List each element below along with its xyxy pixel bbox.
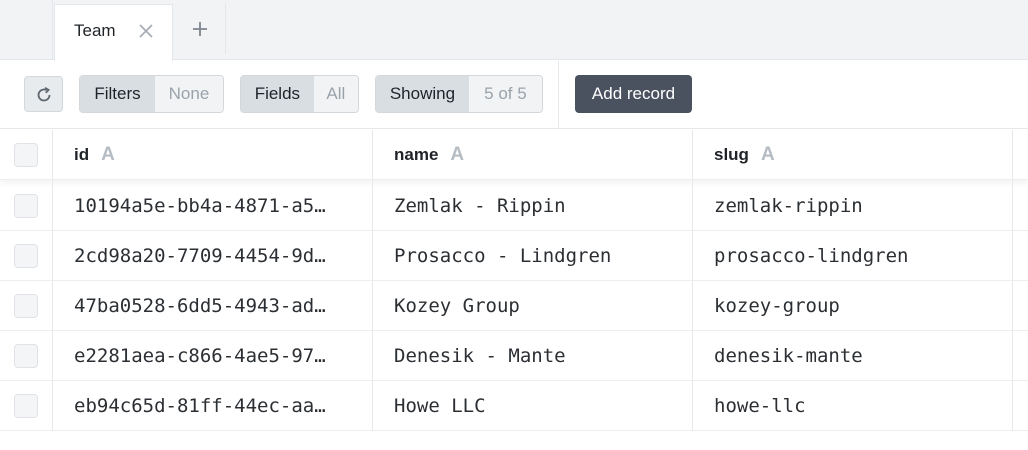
cell-id[interactable]: 47ba0528-6dd5-4943-ad… bbox=[53, 281, 373, 331]
refresh-button[interactable] bbox=[24, 76, 63, 112]
cell-name-text: Prosacco - Lindgren bbox=[394, 245, 612, 267]
text-type-icon: A bbox=[450, 144, 465, 165]
cell-name[interactable]: Zemlak - Rippin bbox=[373, 181, 693, 231]
row-checkbox[interactable] bbox=[14, 194, 38, 218]
cell-name[interactable]: Prosacco - Lindgren bbox=[373, 231, 693, 281]
cell-name[interactable]: Denesik - Mante bbox=[373, 331, 693, 381]
plus-icon bbox=[193, 22, 207, 36]
refresh-icon bbox=[37, 87, 51, 102]
filters-value[interactable]: None bbox=[154, 76, 223, 112]
showing-label[interactable]: Showing bbox=[376, 76, 469, 112]
table-row[interactable]: eb94c65d-81ff-44ec-aa… Howe LLC howe-llc bbox=[0, 381, 1028, 431]
table-row[interactable]: 10194a5e-bb4a-4871-a5… Zemlak - Rippin z… bbox=[0, 181, 1028, 231]
cell-id-text: eb94c65d-81ff-44ec-aa… bbox=[74, 395, 326, 417]
cell-slug-text: howe-llc bbox=[714, 395, 806, 417]
fields-value[interactable]: All bbox=[313, 76, 358, 112]
column-header-name[interactable]: name A bbox=[373, 130, 693, 180]
records-table: id A name A slug A 10194a5e-bb4a-4871-a5… bbox=[0, 130, 1028, 450]
cell-slug-text: denesik-mante bbox=[714, 345, 863, 367]
cell-id-text: 2cd98a20-7709-4454-9d… bbox=[74, 245, 326, 267]
cell-id-text: 47ba0528-6dd5-4943-ad… bbox=[74, 295, 326, 317]
table-header: id A name A slug A bbox=[0, 130, 1028, 180]
toolbar-divider bbox=[558, 61, 559, 129]
select-all-cell bbox=[0, 130, 53, 180]
select-all-checkbox[interactable] bbox=[14, 143, 38, 167]
cell-name[interactable]: Howe LLC bbox=[373, 381, 693, 431]
table-row[interactable]: e2281aea-c866-4ae5-97… Denesik - Mante d… bbox=[0, 331, 1028, 381]
tab-label: Team bbox=[74, 21, 116, 40]
row-checkbox[interactable] bbox=[14, 244, 38, 268]
row-checkbox[interactable] bbox=[14, 294, 38, 318]
cell-name-text: Denesik - Mante bbox=[394, 345, 566, 367]
cell-id-text: e2281aea-c866-4ae5-97… bbox=[74, 345, 326, 367]
cell-slug-text: kozey-group bbox=[714, 295, 840, 317]
cell-slug[interactable]: kozey-group bbox=[693, 281, 1013, 331]
column-header-label: slug bbox=[714, 145, 749, 164]
row-checkbox[interactable] bbox=[14, 344, 38, 368]
cell-slug-text: prosacco-lindgren bbox=[714, 245, 909, 267]
add-record-button[interactable]: Add record bbox=[575, 75, 692, 113]
cell-name-text: Kozey Group bbox=[394, 295, 520, 317]
tab-bar: Team bbox=[0, 0, 1028, 61]
text-type-icon: A bbox=[101, 144, 115, 165]
column-header-label: name bbox=[394, 145, 439, 164]
row-select-cell bbox=[0, 231, 53, 281]
cell-slug-text: zemlak-rippin bbox=[714, 195, 863, 217]
column-header-label: id bbox=[74, 145, 90, 164]
fields-control[interactable]: Fields All bbox=[240, 75, 359, 113]
row-select-cell bbox=[0, 331, 53, 381]
column-header-id[interactable]: id A bbox=[53, 130, 373, 180]
cell-id-text: 10194a5e-bb4a-4871-a5… bbox=[74, 195, 326, 217]
cell-name-text: Howe LLC bbox=[394, 395, 486, 417]
showing-value[interactable]: 5 of 5 bbox=[468, 76, 542, 112]
column-header-slug[interactable]: slug A bbox=[693, 130, 1013, 180]
filters-control[interactable]: Filters None bbox=[79, 75, 224, 113]
row-select-cell bbox=[0, 381, 53, 431]
filters-label[interactable]: Filters bbox=[80, 76, 155, 112]
cell-name[interactable]: Kozey Group bbox=[373, 281, 693, 331]
row-select-cell bbox=[0, 181, 53, 231]
cell-id[interactable]: e2281aea-c866-4ae5-97… bbox=[53, 331, 373, 381]
row-checkbox[interactable] bbox=[14, 394, 38, 418]
close-icon[interactable] bbox=[137, 22, 155, 40]
table-row[interactable]: 2cd98a20-7709-4454-9d… Prosacco - Lindgr… bbox=[0, 231, 1028, 281]
toolbar: Filters None Fields All Showing 5 of 5 A… bbox=[0, 61, 1028, 129]
showing-control[interactable]: Showing 5 of 5 bbox=[375, 75, 543, 113]
cell-slug[interactable]: zemlak-rippin bbox=[693, 181, 1013, 231]
add-tab-button[interactable] bbox=[174, 4, 226, 54]
cell-slug[interactable]: denesik-mante bbox=[693, 331, 1013, 381]
cell-id[interactable]: eb94c65d-81ff-44ec-aa… bbox=[53, 381, 373, 431]
cell-slug[interactable]: prosacco-lindgren bbox=[693, 231, 1013, 281]
tab-bar-gutter bbox=[0, 0, 53, 60]
cell-id[interactable]: 2cd98a20-7709-4454-9d… bbox=[53, 231, 373, 281]
tab-team[interactable]: Team bbox=[54, 4, 173, 61]
row-select-cell bbox=[0, 281, 53, 331]
cell-name-text: Zemlak - Rippin bbox=[394, 195, 566, 217]
cell-id[interactable]: 10194a5e-bb4a-4871-a5… bbox=[53, 181, 373, 231]
text-type-icon: A bbox=[760, 144, 775, 165]
fields-label[interactable]: Fields bbox=[241, 76, 314, 112]
table-row[interactable]: 47ba0528-6dd5-4943-ad… Kozey Group kozey… bbox=[0, 281, 1028, 331]
cell-slug[interactable]: howe-llc bbox=[693, 381, 1013, 431]
